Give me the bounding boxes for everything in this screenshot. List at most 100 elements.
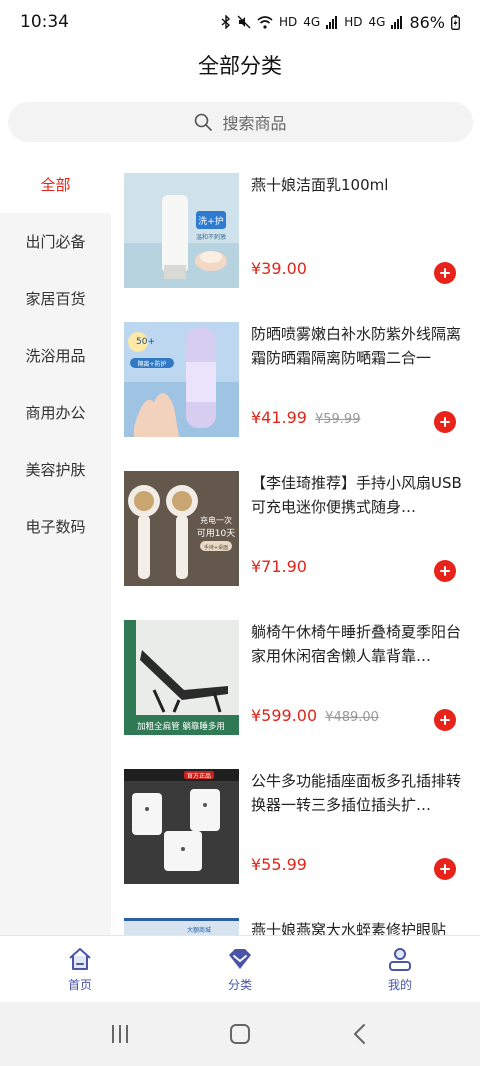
- tab-label: 分类: [227, 977, 252, 992]
- product-price: ¥599.00: [251, 706, 318, 725]
- search-input[interactable]: 搜索商品: [8, 102, 473, 142]
- product-image: 官方正品: [124, 769, 239, 884]
- product-original-price: ¥489.00: [325, 710, 379, 725]
- recent-apps-icon: [112, 1025, 128, 1043]
- network-label: HD: [344, 15, 363, 29]
- search-icon: [195, 113, 213, 131]
- svg-text:充电一次: 充电一次: [200, 515, 232, 525]
- add-to-cart-button[interactable]: [434, 858, 456, 880]
- sidebar-item-office[interactable]: 商用办公: [0, 384, 111, 441]
- product-image: 大额商城: [124, 918, 239, 936]
- home-square-icon: [230, 1024, 250, 1044]
- tab-label: 我的: [387, 977, 412, 992]
- plus-icon: [440, 566, 450, 576]
- tab-mine[interactable]: 我的: [320, 936, 480, 1002]
- product-card[interactable]: 充电一次 可用10天 手持+桌面 【李佳琦推荐】手持小风扇USB可充电迷你便携式…: [124, 471, 474, 587]
- tab-category[interactable]: 分类: [160, 936, 320, 1002]
- tab-label: 首页: [67, 977, 92, 992]
- status-icons: HD 4G HD 4G 86%: [221, 13, 460, 32]
- network-label: HD: [279, 15, 298, 29]
- search-placeholder: 搜索商品: [222, 114, 287, 133]
- svg-text:洗+护: 洗+护: [198, 215, 224, 227]
- add-to-cart-button[interactable]: [434, 411, 456, 433]
- product-image: 充电一次 可用10天 手持+桌面: [124, 471, 239, 586]
- product-card[interactable]: 洗+护 温和不刺激 燕十娘洁面乳100ml ¥39.00: [124, 173, 474, 289]
- plus-icon: [440, 864, 450, 874]
- sidebar-item-travel[interactable]: 出门必备: [0, 213, 111, 270]
- product-name: 防晒喷雾嫩白补水防紫外线隔离霜防晒霜隔离防嗮霜二合一: [251, 325, 462, 367]
- price-row: ¥55.99: [251, 855, 315, 874]
- product-image: 洗+护 温和不刺激: [124, 173, 239, 288]
- product-image: 50+ 隔离+防护: [124, 322, 239, 437]
- user-icon: [389, 947, 411, 971]
- product-card[interactable]: 50+ 隔离+防护 防晒喷雾嫩白补水防紫外线隔离霜防晒霜隔离防嗮霜二合一 ¥41…: [124, 322, 474, 438]
- tab-home[interactable]: 首页: [0, 936, 160, 1002]
- diamond-icon: [229, 948, 251, 969]
- svg-text:50+: 50+: [136, 337, 155, 347]
- signal-icon: [326, 15, 338, 29]
- wifi-icon: [257, 15, 273, 29]
- battery-percent: 86%: [409, 12, 445, 32]
- product-card[interactable]: 官方正品 公牛多功能插座面板多孔插排转换器一转三多插位插头扩… ¥55.99: [124, 769, 474, 885]
- product-name: 燕十娘洁面乳100ml: [251, 176, 389, 194]
- network-label: 4G: [368, 15, 386, 29]
- svg-text:温和不刺激: 温和不刺激: [196, 233, 226, 241]
- product-price: ¥55.99: [251, 855, 307, 874]
- sidebar-item-label: 家居百货: [25, 290, 86, 308]
- product-card[interactable]: 大额商城 燕十娘燕窝大水蛭素修护眼贴: [124, 918, 474, 936]
- page-title: 全部分类: [198, 54, 282, 78]
- home-button[interactable]: [225, 1019, 255, 1049]
- product-image: 加粗全扁管 躺靠睡多用: [124, 620, 239, 735]
- signal-icon: [391, 15, 403, 29]
- svg-text:加粗全扁管 躺靠睡多用: 加粗全扁管 躺靠睡多用: [137, 721, 225, 732]
- sidebar-item-all[interactable]: 全部: [0, 156, 111, 213]
- add-to-cart-button[interactable]: [434, 709, 456, 731]
- product-name: 燕十娘燕窝大水蛭素修护眼贴: [251, 921, 447, 936]
- mute-icon: [237, 15, 251, 29]
- status-bar: 10:34 HD 4G HD 4G 86%: [0, 0, 480, 44]
- sidebar-item-label: 电子数码: [25, 518, 86, 536]
- product-original-price: ¥59.99: [314, 412, 361, 427]
- plus-icon: [440, 268, 450, 278]
- svg-text:隔离+防护: 隔离+防护: [137, 360, 166, 368]
- plus-icon: [440, 417, 450, 427]
- sidebar-item-bath[interactable]: 洗浴用品: [0, 327, 111, 384]
- sidebar-item-label: 美容护肤: [25, 461, 86, 479]
- price-row: ¥39.00: [251, 259, 315, 278]
- recent-apps-button[interactable]: [105, 1019, 135, 1049]
- bottom-tab-bar: 首页 分类 我的: [0, 935, 480, 1002]
- plus-icon: [440, 715, 450, 725]
- status-time: 10:34: [20, 12, 69, 32]
- home-icon: [69, 947, 91, 970]
- price-row: ¥71.90: [251, 557, 315, 576]
- sidebar-item-label: 出门必备: [25, 233, 86, 251]
- price-row: ¥599.00 ¥489.00: [251, 706, 379, 725]
- category-sidebar: 全部 出门必备 家居百货 洗浴用品 商用办公 美容护肤 电子数码: [0, 156, 111, 936]
- product-price: ¥71.90: [251, 557, 307, 576]
- product-name: 公牛多功能插座面板多孔插排转换器一转三多插位插头扩…: [251, 772, 462, 814]
- svg-text:手持+桌面: 手持+桌面: [204, 544, 228, 551]
- svg-text:官方正品: 官方正品: [187, 772, 211, 780]
- add-to-cart-button[interactable]: [434, 262, 456, 284]
- sidebar-item-label: 洗浴用品: [25, 347, 86, 365]
- svg-text:可用10天: 可用10天: [197, 528, 235, 539]
- sidebar-item-label: 商用办公: [25, 404, 86, 422]
- product-name: 【李佳琦推荐】手持小风扇USB可充电迷你便携式随身…: [251, 474, 462, 516]
- product-name: 躺椅午休椅午睡折叠椅夏季阳台家用休闲宿舍懒人靠背靠…: [251, 623, 462, 665]
- product-card[interactable]: 加粗全扁管 躺靠睡多用 躺椅午休椅午睡折叠椅夏季阳台家用休闲宿舍懒人靠背靠… ¥…: [124, 620, 474, 736]
- product-price: ¥39.00: [251, 259, 307, 278]
- battery-charging-icon: [451, 14, 460, 30]
- svg-text:大额商城: 大额商城: [187, 926, 211, 934]
- sidebar-item-electronics[interactable]: 电子数码: [0, 498, 111, 555]
- sidebar-item-home[interactable]: 家居百货: [0, 270, 111, 327]
- product-price: ¥41.99: [251, 408, 307, 427]
- bluetooth-icon: [221, 15, 231, 29]
- sidebar-item-beauty[interactable]: 美容护肤: [0, 441, 111, 498]
- back-chevron-icon: [354, 1024, 365, 1044]
- add-to-cart-button[interactable]: [434, 560, 456, 582]
- product-list: 洗+护 温和不刺激 燕十娘洁面乳100ml ¥39.00 50+ 隔离+防护 防…: [111, 156, 480, 936]
- network-label: 4G: [303, 15, 321, 29]
- back-button[interactable]: [345, 1019, 375, 1049]
- sidebar-item-label: 全部: [40, 176, 71, 194]
- system-navigation-bar: [0, 1002, 480, 1066]
